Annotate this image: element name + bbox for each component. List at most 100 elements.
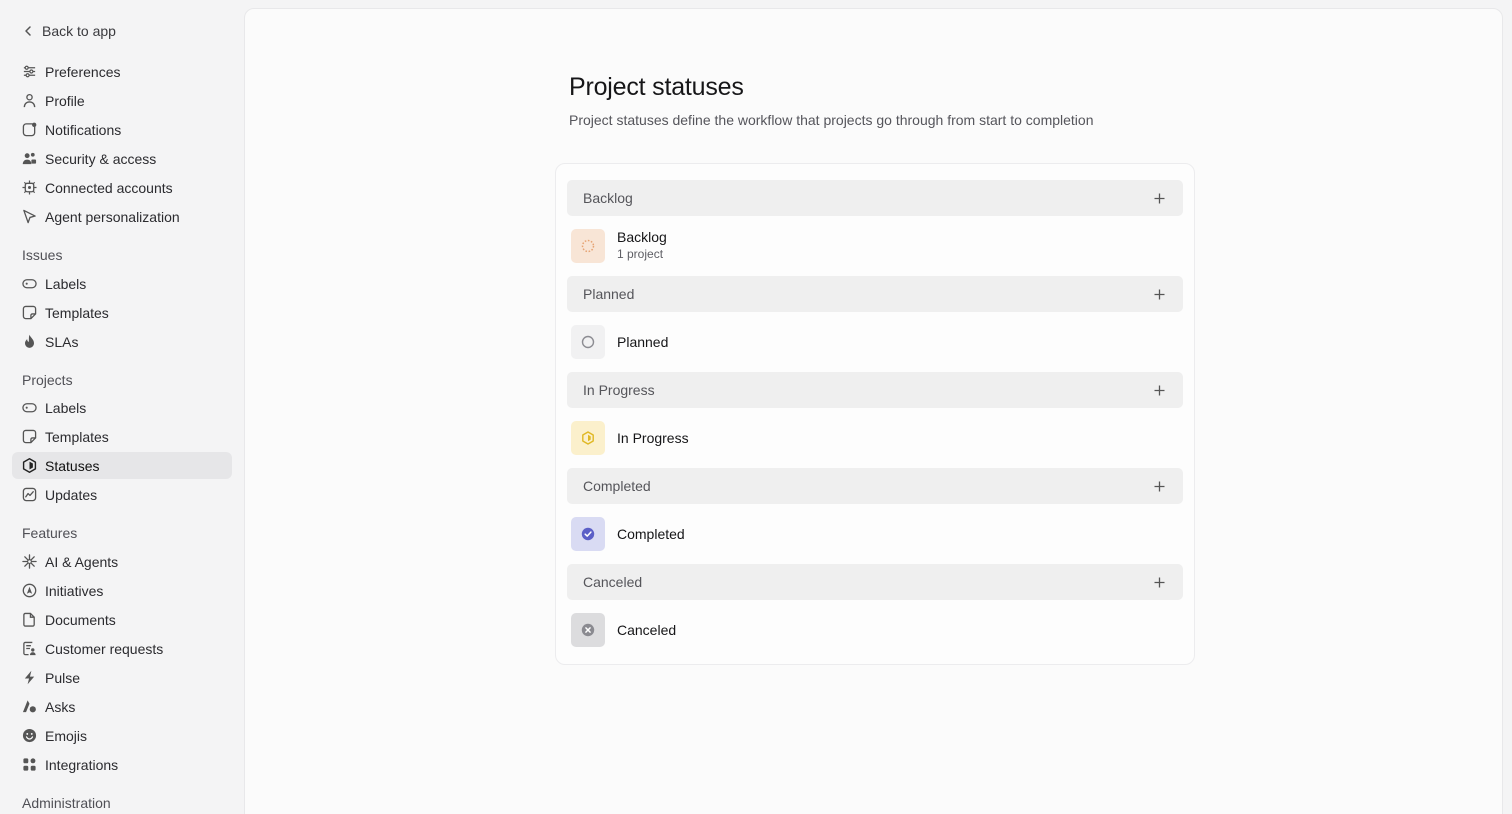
section-title-features: Features xyxy=(22,525,78,541)
sidebar-item-emojis[interactable]: Emojis xyxy=(12,722,232,749)
sidebar-item-label: Statuses xyxy=(45,457,100,474)
plus-icon xyxy=(1154,289,1164,299)
flame-icon xyxy=(25,334,34,348)
plus-icon xyxy=(1154,481,1164,491)
half-hexagon-icon xyxy=(582,431,594,445)
add-status-button[interactable] xyxy=(1151,286,1167,302)
page-subtitle: Project statuses define the workflow tha… xyxy=(569,112,1094,128)
plus-icon xyxy=(1154,385,1164,395)
section-title-administration: Administration xyxy=(22,795,111,811)
cursor-icon xyxy=(23,209,36,224)
sidebar-item-customer-requests[interactable]: Customer requests xyxy=(12,635,232,662)
section-title-issues: Issues xyxy=(22,247,63,263)
status-row-canceled[interactable]: Canceled xyxy=(571,612,1179,648)
label-icon xyxy=(22,403,37,413)
sidebar-item-initiatives[interactable]: Initiatives xyxy=(12,577,232,604)
sidebar-item-label: SLAs xyxy=(45,333,79,350)
group-header-label: Planned xyxy=(583,286,635,302)
label-icon xyxy=(22,279,37,289)
group-header-label: Backlog xyxy=(583,190,633,206)
sidebar-item-project-templates[interactable]: Templates xyxy=(12,423,232,450)
status-icon-box xyxy=(571,613,605,647)
status-row-completed[interactable]: Completed xyxy=(571,516,1179,552)
group-header-planned: Planned xyxy=(567,276,1183,312)
bolt-icon xyxy=(24,670,35,685)
pulse-chart-icon xyxy=(22,487,37,502)
sidebar-item-label: Documents xyxy=(45,611,116,628)
sidebar-item-profile[interactable]: Profile xyxy=(12,87,232,114)
sidebar-item-label: Templates xyxy=(45,304,109,321)
sidebar-item-documents[interactable]: Documents xyxy=(12,606,232,633)
empty-circle-icon xyxy=(581,335,595,349)
document-icon xyxy=(23,612,35,627)
sidebar-item-label: Security & access xyxy=(45,150,157,167)
status-name: Backlog xyxy=(617,229,667,245)
sidebar-item-label: Connected accounts xyxy=(45,179,173,196)
sidebar-item-issue-labels[interactable]: Labels xyxy=(12,270,232,297)
sidebar-item-label: Preferences xyxy=(45,63,121,80)
request-icon xyxy=(23,641,36,656)
template-icon xyxy=(22,429,37,444)
smiley-icon xyxy=(22,728,37,743)
sliders-icon xyxy=(23,65,36,78)
sidebar-item-label: Emojis xyxy=(45,727,88,744)
notification-icon xyxy=(22,122,37,137)
sidebar-item-label: Profile xyxy=(45,92,85,109)
sidebar-item-slas[interactable]: SLAs xyxy=(12,328,232,355)
sidebar-item-connected-accounts[interactable]: Connected accounts xyxy=(12,174,232,201)
sidebar-item-integrations[interactable]: Integrations xyxy=(12,751,232,778)
person-icon xyxy=(23,93,36,108)
sidebar-item-preferences[interactable]: Preferences xyxy=(12,58,232,85)
status-row-planned[interactable]: Planned xyxy=(571,324,1179,360)
sidebar: Back to app Preferences Profile Notifica… xyxy=(0,0,244,814)
sidebar-item-statuses[interactable]: Statuses xyxy=(12,452,232,479)
group-header-completed: Completed xyxy=(567,468,1183,504)
add-status-button[interactable] xyxy=(1151,478,1167,494)
status-name: Completed xyxy=(617,525,685,542)
check-circle-icon xyxy=(581,527,595,541)
back-to-app-label: Back to app xyxy=(42,23,116,39)
sidebar-item-label: Initiatives xyxy=(45,582,104,599)
sidebar-item-pulse[interactable]: Pulse xyxy=(12,664,232,691)
group-header-label: Completed xyxy=(583,478,651,494)
status-name: Planned xyxy=(617,333,669,350)
status-project-count: 1 project xyxy=(617,247,664,261)
sidebar-item-notifications[interactable]: Notifications xyxy=(12,116,232,143)
status-name: In Progress xyxy=(617,429,689,446)
sidebar-item-project-labels[interactable]: Labels xyxy=(12,394,232,421)
sparkle-icon xyxy=(22,554,37,569)
template-icon xyxy=(22,305,37,320)
sidebar-item-label: Integrations xyxy=(45,756,119,773)
sidebar-item-label: Asks xyxy=(45,698,76,715)
sidebar-item-security-access[interactable]: Security & access xyxy=(12,145,232,172)
sidebar-item-label: AI & Agents xyxy=(45,553,119,570)
plus-icon xyxy=(1154,577,1164,587)
dashed-circle-icon xyxy=(581,239,595,253)
status-icon-box xyxy=(571,517,605,551)
users-lock-icon xyxy=(22,152,37,165)
status-row-backlog[interactable]: Backlog 1 project xyxy=(571,228,1179,264)
add-status-button[interactable] xyxy=(1151,190,1167,206)
plug-icon xyxy=(22,180,37,195)
sidebar-item-asks[interactable]: Asks xyxy=(12,693,232,720)
section-title-projects: Projects xyxy=(22,372,73,388)
sidebar-item-label: Updates xyxy=(45,486,98,503)
back-to-app-link[interactable]: Back to app xyxy=(22,20,116,42)
sidebar-item-ai-agents[interactable]: AI & Agents xyxy=(12,548,232,575)
add-status-button[interactable] xyxy=(1151,574,1167,590)
sidebar-item-updates[interactable]: Updates xyxy=(12,481,232,508)
asks-icon xyxy=(22,700,36,713)
page-title: Project statuses xyxy=(569,73,744,101)
sidebar-item-label: Labels xyxy=(45,399,87,416)
chevron-left-icon xyxy=(25,26,31,36)
sidebar-item-agent-personalization[interactable]: Agent personalization xyxy=(12,203,232,230)
group-header-canceled: Canceled xyxy=(567,564,1183,600)
group-header-backlog: Backlog xyxy=(567,180,1183,216)
sidebar-item-issue-templates[interactable]: Templates xyxy=(12,299,232,326)
add-status-button[interactable] xyxy=(1151,382,1167,398)
x-circle-icon xyxy=(581,623,595,637)
status-icon-box xyxy=(571,421,605,455)
grid-icon xyxy=(23,758,36,771)
compass-icon xyxy=(22,583,37,598)
status-row-in-progress[interactable]: In Progress xyxy=(571,420,1179,456)
